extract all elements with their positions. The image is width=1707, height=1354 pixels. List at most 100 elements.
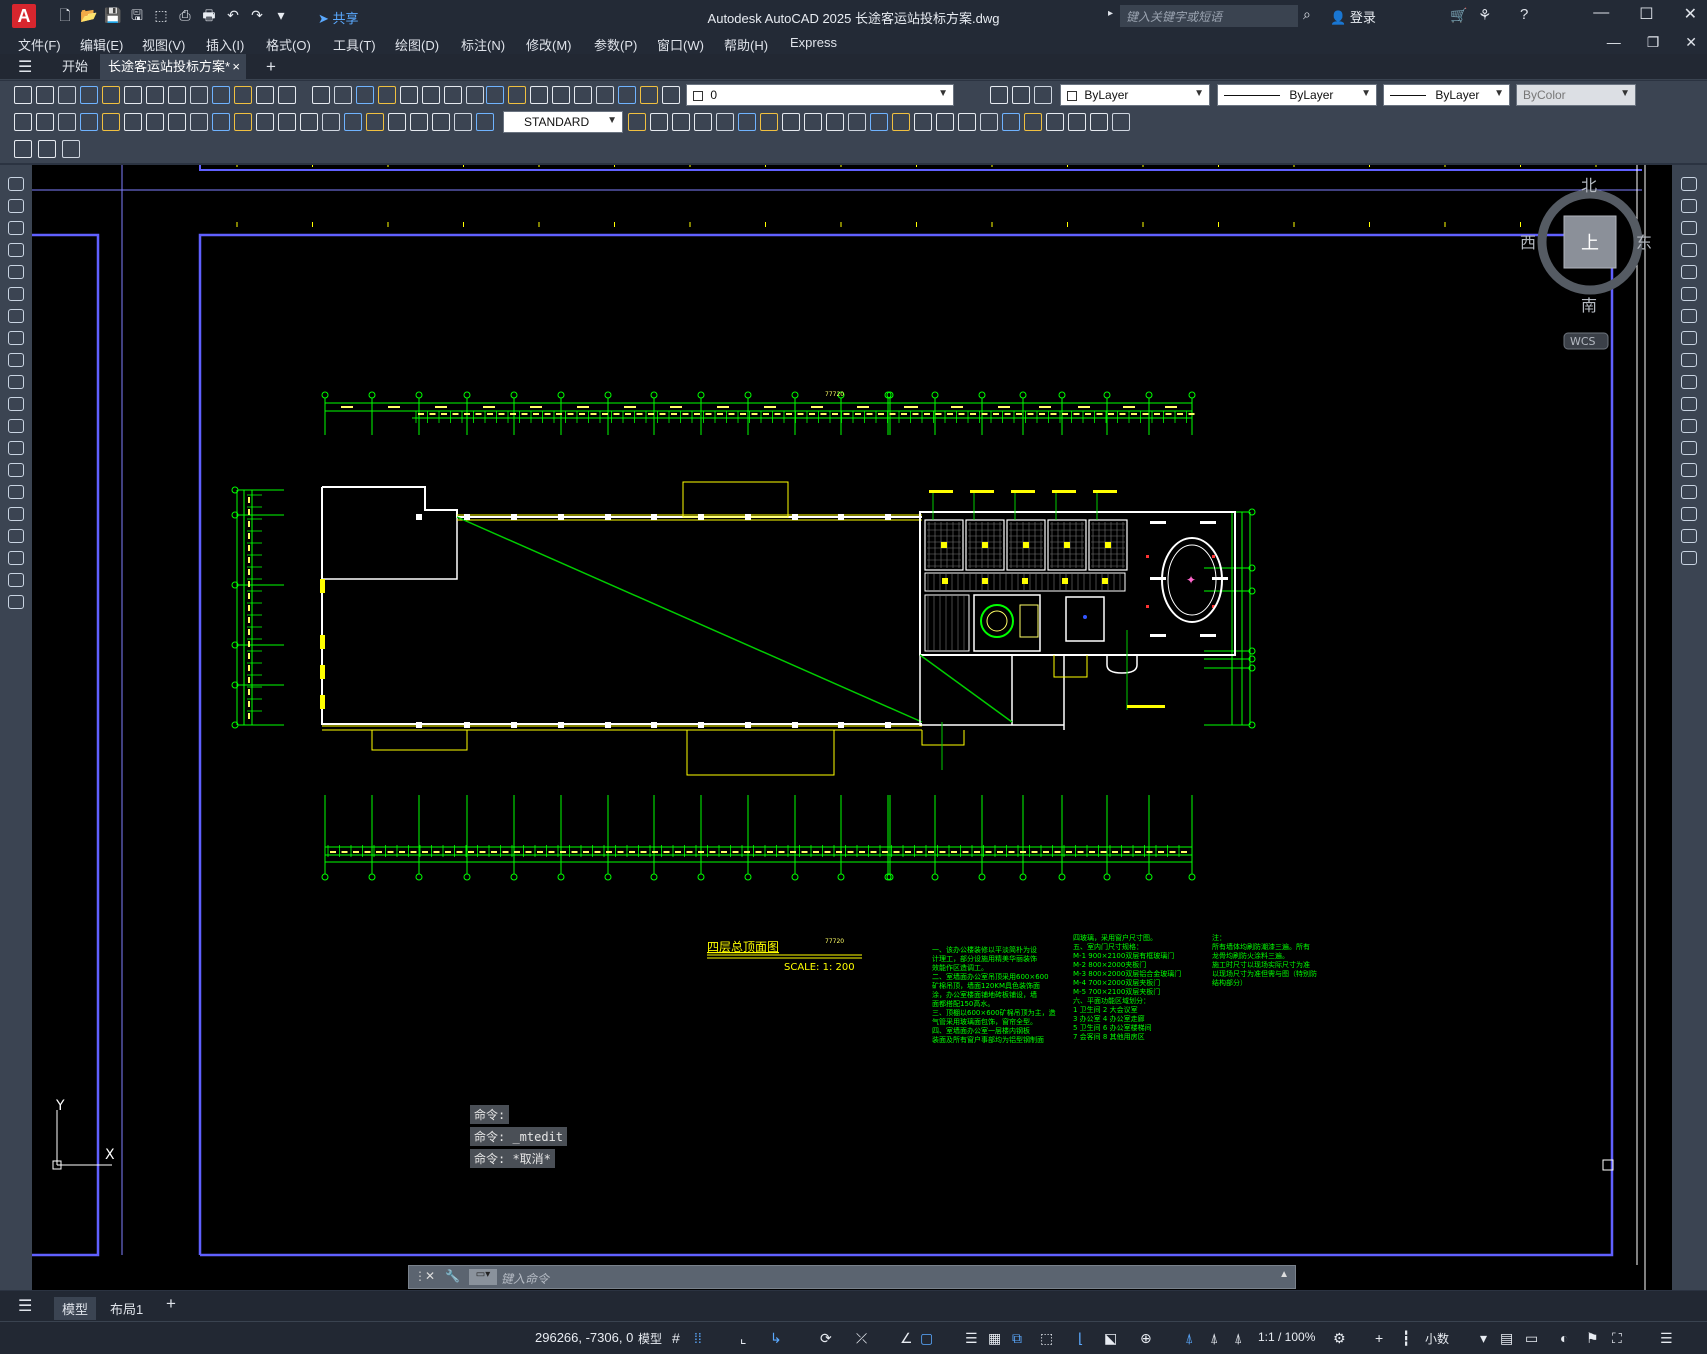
dimension-tool-icon[interactable] [782, 113, 800, 131]
customize-dropdown-icon[interactable]: ▾ [272, 6, 290, 24]
draw-tool-icon[interactable] [8, 221, 24, 235]
hardware-acceleration-icon[interactable]: ⚑ [1586, 1330, 1599, 1347]
quick-properties-icon[interactable]: ▤ [1500, 1330, 1513, 1347]
menu-item[interactable]: 文件(F) [18, 35, 61, 54]
menu-item[interactable]: 帮助(H) [724, 35, 768, 54]
standard-tool-icon[interactable] [530, 86, 548, 104]
standard-tool-icon[interactable] [444, 86, 462, 104]
menu-item[interactable]: 窗口(W) [657, 35, 704, 54]
standard-tool-icon[interactable] [640, 86, 658, 104]
standard-tool-icon[interactable] [400, 86, 418, 104]
object-snap-icon[interactable]: ▢ [920, 1330, 933, 1347]
redo-icon[interactable]: ↷ [248, 6, 266, 24]
draw-tool-icon[interactable] [8, 199, 24, 213]
dimension-tool-icon[interactable] [716, 113, 734, 131]
modify-tool-icon[interactable] [1681, 375, 1697, 389]
command-input[interactable]: 键入命令 [501, 1270, 549, 1287]
modify-tool-icon[interactable] [1681, 551, 1697, 565]
extra-tool-icon[interactable] [62, 140, 80, 158]
standard-tool-icon[interactable] [466, 86, 484, 104]
modify-tool-icon[interactable] [1681, 221, 1697, 235]
sign-in-button[interactable]: 👤 登录 [1330, 7, 1376, 26]
dimension-tool-icon[interactable] [848, 113, 866, 131]
doc-minimize-icon[interactable]: — [1607, 34, 1621, 51]
dimension-tool-icon[interactable] [694, 113, 712, 131]
color-dropdown[interactable]: ByLayer ▼ [1060, 84, 1210, 106]
maximize-icon[interactable]: ☐ [1639, 4, 1653, 24]
3d-osnap-icon[interactable]: ⬚ [1040, 1330, 1053, 1347]
tab-model[interactable]: 模型 [54, 1297, 97, 1320]
dimension-tool-icon[interactable] [14, 113, 32, 131]
units-dropdown[interactable]: 小数 [1425, 1330, 1449, 1347]
linetype-dropdown[interactable]: ByLayer ▼ [1217, 84, 1377, 106]
isometric-icon[interactable]: ⤫ [856, 1330, 867, 1347]
polar-tracking-icon[interactable]: ⟳ [820, 1330, 832, 1347]
draw-tool-icon[interactable] [8, 573, 24, 587]
dimension-tool-icon[interactable] [146, 113, 164, 131]
dimension-tool-icon[interactable] [366, 113, 384, 131]
draw-tool-icon[interactable] [8, 331, 24, 345]
menu-item[interactable]: 绘图(D) [395, 35, 439, 54]
drawing-canvas[interactable]: 77720 77720 ✦ 四层总顶面图 SCALE: 1: 200 一、该办公… [32, 165, 1672, 1290]
modify-tool-icon[interactable] [1681, 353, 1697, 367]
draw-tool-icon[interactable] [8, 375, 24, 389]
gizmo-icon[interactable]: ⊕ [1140, 1330, 1152, 1347]
ortho-icon[interactable]: ⌞ [740, 1330, 747, 1347]
menu-item[interactable]: 修改(M) [526, 35, 572, 54]
search-icon[interactable]: ⌕ [1303, 6, 1311, 23]
close-icon[interactable]: ✕ [1684, 4, 1697, 24]
customization-menu-icon[interactable]: ☰ [1660, 1330, 1673, 1347]
dimension-tool-icon[interactable] [958, 113, 976, 131]
snap-icon[interactable]: ⁞⁞ [694, 1330, 702, 1346]
standard-tool-icon[interactable] [618, 86, 636, 104]
standard-tool-icon[interactable] [334, 86, 352, 104]
standard-tool-icon[interactable] [234, 86, 252, 104]
hamburger-menu-icon[interactable]: ☰ [18, 57, 32, 77]
draw-tool-icon[interactable] [8, 595, 24, 609]
add-layout-button[interactable]: + [166, 1294, 176, 1314]
dimension-tool-icon[interactable] [300, 113, 318, 131]
extra-tool-icon[interactable] [14, 140, 32, 158]
dimension-tool-icon[interactable] [168, 113, 186, 131]
lineweight-icon[interactable]: ☰ [965, 1330, 978, 1347]
standard-tool-icon[interactable] [422, 86, 440, 104]
dimension-tool-icon[interactable] [278, 113, 296, 131]
dimension-tool-icon[interactable] [102, 113, 120, 131]
dimension-tool-icon[interactable] [190, 113, 208, 131]
dimension-tool-icon[interactable] [870, 113, 888, 131]
command-customize-icon[interactable]: 🔧 [445, 1269, 460, 1283]
modify-tool-icon[interactable] [1681, 507, 1697, 521]
dimension-tool-icon[interactable] [256, 113, 274, 131]
standard-tool-icon[interactable] [212, 86, 230, 104]
minimize-icon[interactable]: — [1593, 4, 1609, 24]
draw-tool-icon[interactable] [8, 551, 24, 565]
standard-tool-icon[interactable] [80, 86, 98, 104]
standard-tool-icon[interactable] [552, 86, 570, 104]
draw-tool-icon[interactable] [8, 397, 24, 411]
modify-tool-icon[interactable] [1681, 265, 1697, 279]
draw-tool-icon[interactable] [8, 287, 24, 301]
standard-tool-icon[interactable] [58, 86, 76, 104]
menu-item[interactable]: 工具(T) [333, 35, 376, 54]
annotation-visibility-icon[interactable]: ⍋ [1185, 1330, 1193, 1347]
standard-tool-icon[interactable] [356, 86, 374, 104]
dimension-tool-icon[interactable] [234, 113, 252, 131]
dimension-tool-icon[interactable] [760, 113, 778, 131]
command-history-toggle-icon[interactable]: ▲ [1279, 1269, 1289, 1280]
export-icon[interactable]: ⬚ [152, 6, 170, 24]
model-space-toggle[interactable]: 模型 [638, 1330, 662, 1347]
dimension-tool-icon[interactable] [454, 113, 472, 131]
text-style-dropdown[interactable]: STANDARD ▼ [503, 111, 623, 133]
menu-item[interactable]: 参数(P) [594, 35, 637, 54]
selection-cycling-icon[interactable]: ⧉ [1012, 1330, 1022, 1347]
angle-icon[interactable]: ∠ [900, 1330, 913, 1347]
dimension-tool-icon[interactable] [892, 113, 910, 131]
draw-tool-icon[interactable] [8, 463, 24, 477]
modify-tool-icon[interactable] [1681, 287, 1697, 301]
dimension-tool-icon[interactable] [936, 113, 954, 131]
menu-item[interactable]: 插入(I) [206, 35, 244, 54]
modify-tool-icon[interactable] [1681, 441, 1697, 455]
help-icon[interactable]: ? [1520, 6, 1528, 23]
draw-tool-icon[interactable] [8, 485, 24, 499]
publish-icon[interactable]: ⎙ [176, 6, 194, 24]
